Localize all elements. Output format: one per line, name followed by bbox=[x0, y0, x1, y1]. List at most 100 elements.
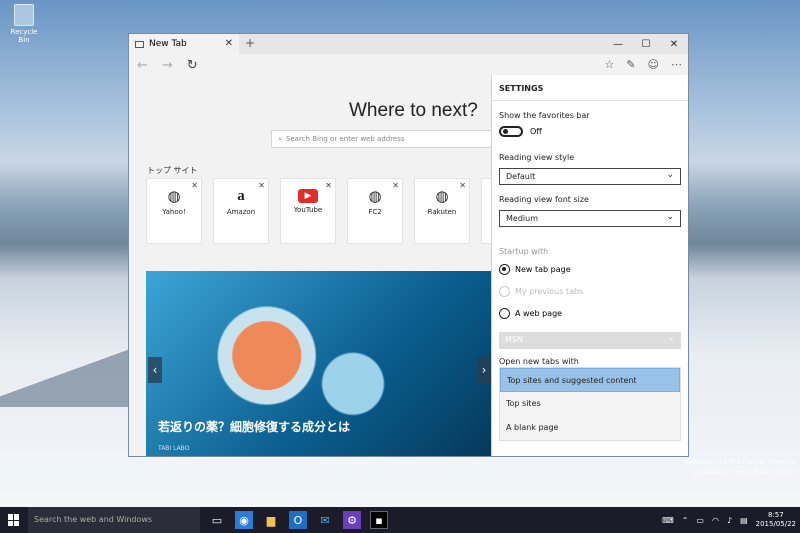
open-new-tabs-list[interactable]: Top sites and suggested content Top site… bbox=[499, 367, 681, 441]
watermark-line: Windows 10 Pro Insider Preview bbox=[684, 458, 796, 466]
battery-icon[interactable]: ▭ bbox=[696, 516, 704, 525]
file-explorer-icon[interactable]: ▆ bbox=[262, 511, 280, 529]
task-view-icon[interactable]: ▭ bbox=[208, 511, 226, 529]
close-tab-icon[interactable]: ✕ bbox=[225, 38, 233, 49]
remove-tile-icon[interactable]: ✕ bbox=[325, 181, 332, 190]
startup-radio-new-tab[interactable]: New tab page bbox=[499, 264, 571, 275]
recycle-bin-shortcut[interactable]: Recycle Bin bbox=[6, 4, 42, 44]
minimize-button[interactable]: — bbox=[604, 34, 632, 54]
start-windows-icon[interactable] bbox=[8, 514, 20, 526]
dropdown-value: Medium bbox=[506, 214, 538, 223]
amazon-icon: a bbox=[237, 188, 245, 204]
remove-tile-icon[interactable]: ✕ bbox=[459, 181, 466, 190]
feedback-smiley-icon[interactable]: ☺ bbox=[648, 58, 659, 71]
globe-icon: ◍ bbox=[435, 187, 449, 205]
forward-arrow-icon[interactable]: → bbox=[162, 58, 173, 73]
top-site-tile[interactable]: ✕ ◍ Rakuten bbox=[414, 178, 470, 244]
window-controls: — ☐ ✕ bbox=[604, 34, 688, 54]
top-site-tile[interactable]: ✕ ◍ Yahoo! bbox=[146, 178, 202, 244]
hero-source: TABI LABO bbox=[158, 445, 190, 452]
recycle-bin-icon bbox=[14, 4, 34, 26]
top-site-tile[interactable]: ✕ a Amazon bbox=[213, 178, 269, 244]
list-option[interactable]: A blank page bbox=[500, 416, 680, 440]
youtube-icon: ▶ bbox=[298, 189, 318, 203]
command-prompt-icon[interactable]: ▪ bbox=[370, 511, 388, 529]
show-hidden-icons-icon[interactable]: ⌃ bbox=[682, 516, 689, 525]
radio-icon bbox=[499, 308, 510, 319]
reading-font-dropdown[interactable]: Medium ⌄ bbox=[499, 210, 681, 227]
search-icon: ⌕ bbox=[278, 134, 282, 143]
taskbar-pinned-apps: ▭ ◉ ▆ O ✉ ⚙ ▪ bbox=[208, 511, 388, 529]
list-option[interactable]: Top sites bbox=[500, 392, 680, 416]
outlook-icon[interactable]: O bbox=[289, 511, 307, 529]
radio-selected-icon bbox=[499, 264, 510, 275]
remove-tile-icon[interactable]: ✕ bbox=[392, 181, 399, 190]
web-note-icon[interactable]: ✎ bbox=[626, 58, 635, 71]
volume-icon[interactable]: ♪ bbox=[727, 516, 732, 525]
taskbar: Search the web and Windows ▭ ◉ ▆ O ✉ ⚙ ▪… bbox=[0, 507, 800, 533]
title-bar: New Tab ✕ + — ☐ ✕ bbox=[129, 34, 688, 54]
keyboard-icon[interactable]: ⌨ bbox=[662, 516, 674, 525]
tile-label: FC2 bbox=[368, 208, 382, 216]
radio-label: New tab page bbox=[515, 265, 571, 274]
build-watermark: Windows 10 Pro Insider Preview Evaluatio… bbox=[685, 457, 796, 477]
hero-prev-arrow-icon[interactable]: ‹ bbox=[148, 357, 162, 383]
top-site-tile[interactable]: ✕ ▶ YouTube bbox=[280, 178, 336, 244]
search-input[interactable]: ⌕ Search Bing or enter web address bbox=[271, 130, 501, 148]
page-headline: Where to next? bbox=[349, 100, 478, 121]
reading-style-dropdown[interactable]: Default ⌄ bbox=[499, 168, 681, 185]
reading-style-label: Reading view style bbox=[499, 153, 575, 162]
tile-label: Yahoo! bbox=[162, 208, 186, 216]
action-center-icon[interactable]: ▤ bbox=[740, 516, 748, 525]
clock-time: 8:57 bbox=[767, 511, 784, 519]
dropdown-value: Default bbox=[506, 172, 536, 181]
tab-new-tab[interactable]: New Tab ✕ bbox=[129, 34, 239, 54]
maximize-button[interactable]: ☐ bbox=[632, 34, 660, 54]
new-tab-page: Where to next? ⌕ Search Bing or enter we… bbox=[129, 78, 501, 456]
tile-label: YouTube bbox=[293, 206, 323, 214]
taskbar-search-input[interactable]: Search the web and Windows bbox=[28, 507, 200, 533]
new-tab-plus-icon[interactable]: + bbox=[245, 36, 255, 50]
radio-label: My previous tabs bbox=[515, 287, 584, 296]
tab-page-icon bbox=[135, 40, 144, 48]
tab-title: New Tab bbox=[149, 39, 187, 49]
watermark-line: Evaluation copy. Build 10122 bbox=[694, 468, 796, 476]
chevron-down-icon: ⌄ bbox=[667, 333, 675, 343]
startup-radio-web-page[interactable]: A web page bbox=[499, 308, 562, 319]
favorites-bar-label: Show the favorites bar bbox=[499, 111, 590, 120]
tile-label: Amazon bbox=[226, 208, 256, 216]
wifi-icon[interactable]: ◠ bbox=[712, 516, 719, 525]
top-site-tile-partial[interactable] bbox=[481, 178, 491, 244]
close-window-button[interactable]: ✕ bbox=[660, 34, 688, 54]
startup-label: Startup with bbox=[499, 247, 549, 256]
top-sites-label: トップ サイト bbox=[147, 166, 198, 175]
list-option-selected[interactable]: Top sites and suggested content bbox=[500, 368, 680, 392]
clock-date: 2015/05/22 bbox=[755, 520, 796, 528]
news-hero-card[interactable]: ‹ › 若返りの薬？細胞修復する成分とは TABI LABO bbox=[146, 271, 491, 456]
hub-icon[interactable]: ☆ bbox=[604, 58, 614, 71]
search-placeholder: Search Bing or enter web address bbox=[285, 135, 405, 143]
open-new-tabs-label: Open new tabs with bbox=[499, 357, 579, 366]
hero-next-arrow-icon[interactable]: › bbox=[477, 357, 491, 383]
favorites-bar-toggle[interactable] bbox=[499, 126, 523, 137]
remove-tile-icon[interactable]: ✕ bbox=[258, 181, 265, 190]
remove-tile-icon[interactable]: ✕ bbox=[191, 181, 198, 190]
clock[interactable]: 8:57 2015/05/22 bbox=[756, 511, 796, 529]
top-site-tile[interactable]: ✕ ◍ FC2 bbox=[347, 178, 403, 244]
refresh-icon[interactable]: ↻ bbox=[187, 58, 198, 73]
edge-app-icon[interactable]: ◉ bbox=[235, 511, 253, 529]
startup-web-page-dropdown[interactable]: MSN ⌄ bbox=[499, 332, 681, 349]
settings-header: SETTINGS bbox=[492, 75, 688, 101]
radio-icon bbox=[499, 286, 510, 297]
more-actions-icon[interactable]: ⋯ bbox=[671, 58, 682, 71]
back-arrow-icon[interactable]: ← bbox=[137, 58, 148, 73]
mail-icon[interactable]: ✉ bbox=[316, 511, 334, 529]
startup-radio-previous-tabs[interactable]: My previous tabs bbox=[499, 286, 583, 297]
dropdown-value: MSN bbox=[505, 335, 523, 344]
chevron-down-icon: ⌄ bbox=[666, 170, 674, 180]
settings-app-icon[interactable]: ⚙ bbox=[343, 511, 361, 529]
tile-label: Rakuten bbox=[427, 208, 457, 216]
hero-title[interactable]: 若返りの薬？細胞修復する成分とは bbox=[158, 418, 350, 435]
settings-panel: SETTINGS Show the favorites bar Off Read… bbox=[491, 75, 688, 456]
recycle-bin-label: Recycle Bin bbox=[10, 28, 38, 44]
